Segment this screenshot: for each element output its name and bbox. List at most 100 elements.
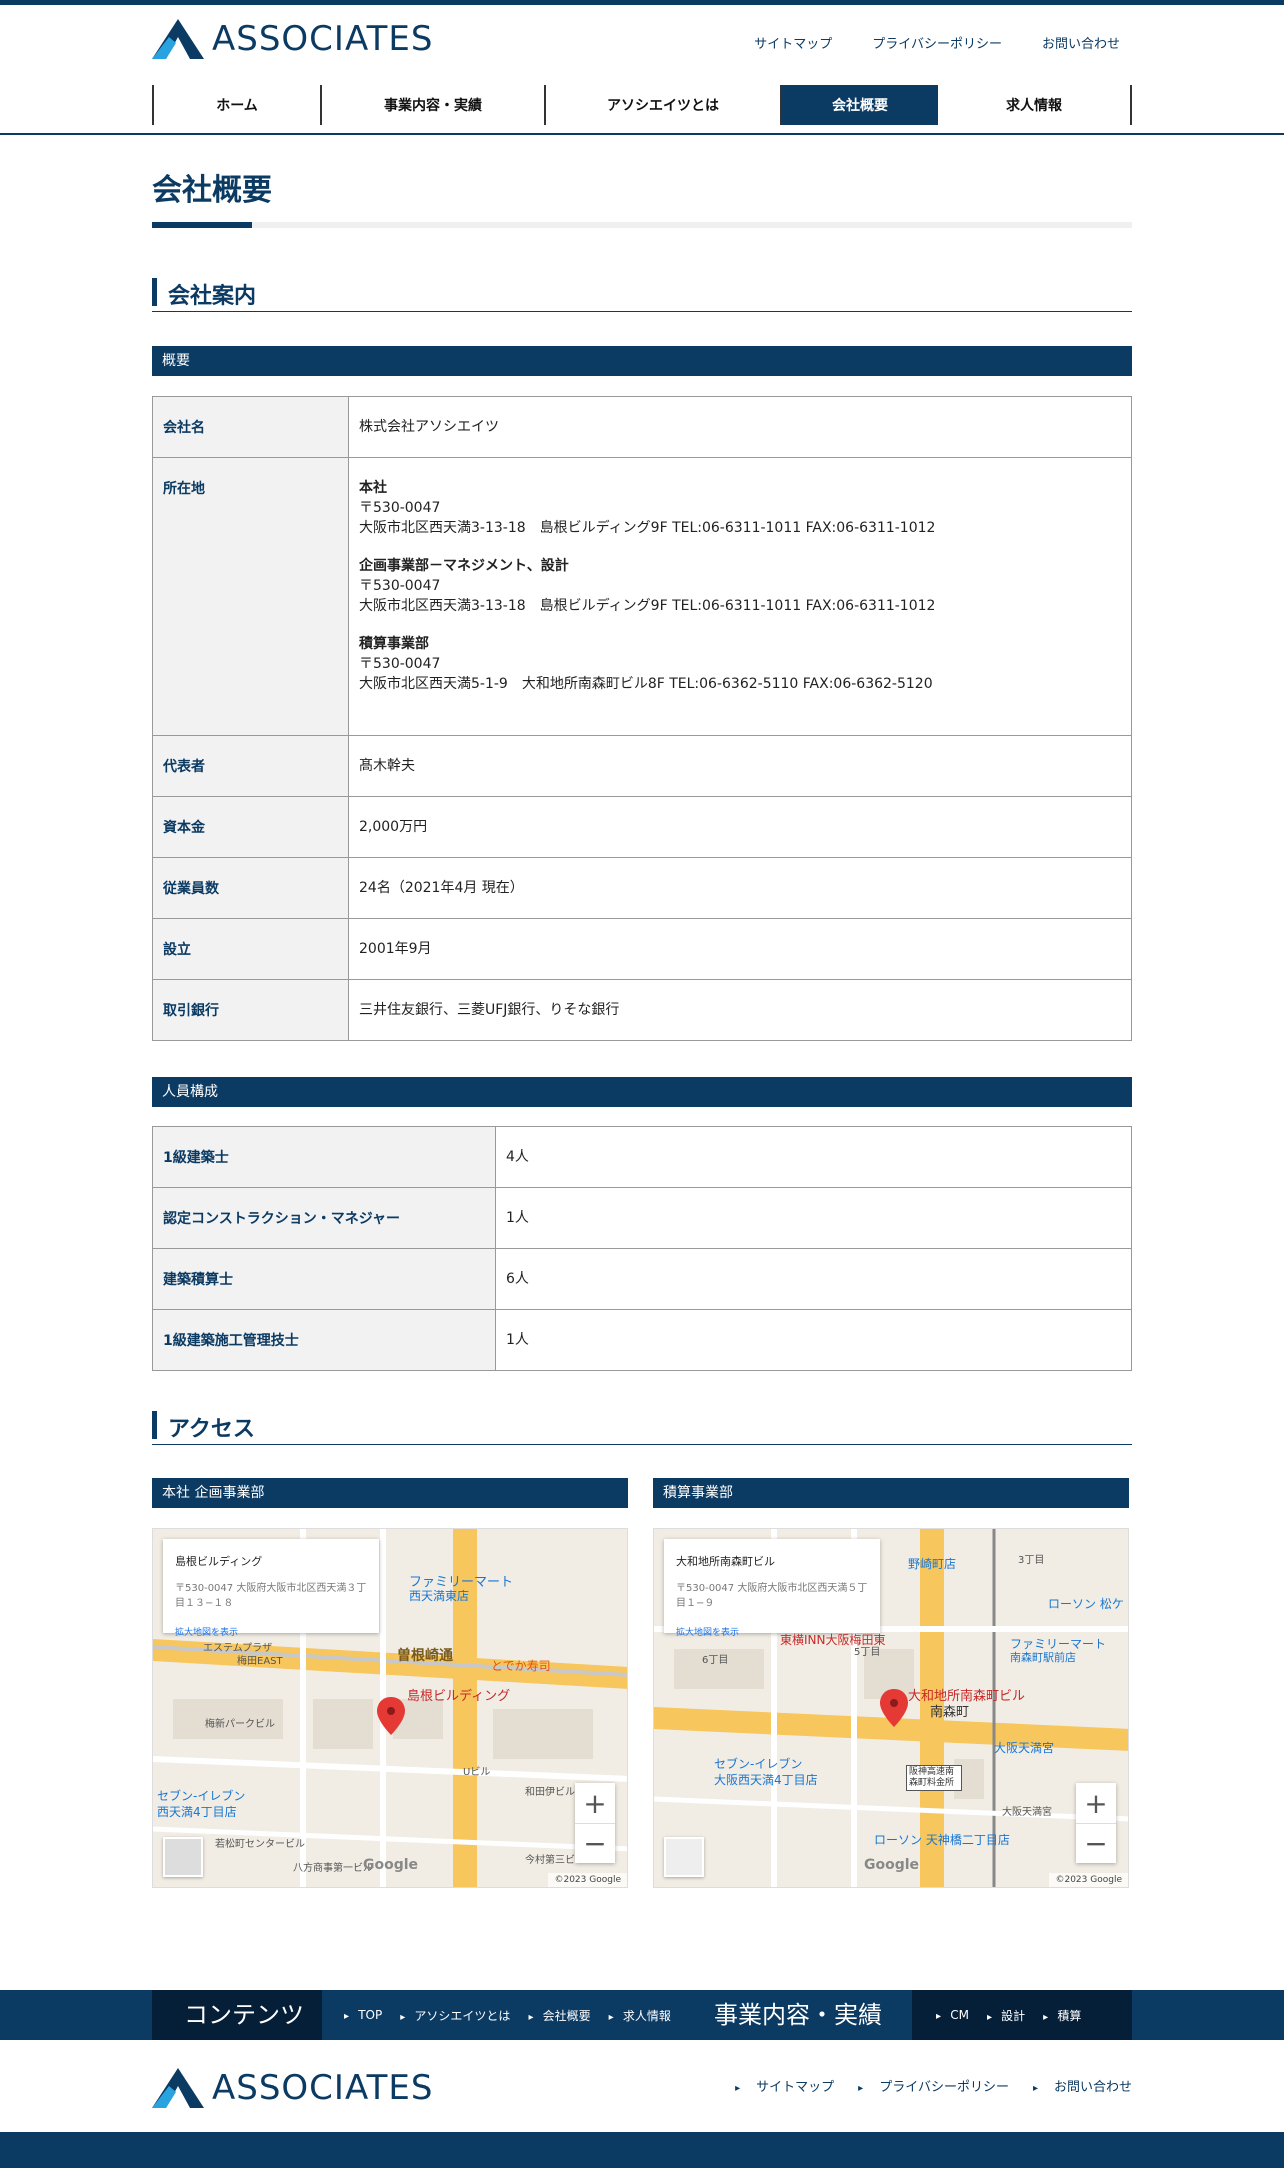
footer-link-privacy[interactable]: プライバシーポリシー	[858, 2076, 1009, 2095]
row-label: 取引銀行	[152, 979, 349, 1041]
row-label: 1級建築施工管理技士	[152, 1309, 496, 1371]
google-logo: Google	[864, 1857, 920, 1873]
zoom-out-button[interactable]: −	[575, 1823, 615, 1863]
footer-link-recruit[interactable]: 求人情報	[609, 2007, 671, 2024]
section-heading-access: アクセス	[152, 1405, 1132, 1445]
map-poi: ローソン 松ケ	[1048, 1597, 1124, 1611]
map-card-title: 島根ビルディング	[175, 1555, 263, 1568]
footer-link-cm[interactable]: CM	[936, 2008, 969, 2022]
table-row: 取引銀行 三井住友銀行、三菱UFJ銀行、りそな銀行	[152, 979, 1132, 1041]
util-link-privacy[interactable]: プライバシーポリシー	[872, 33, 1002, 52]
map-poi: Uビル	[463, 1767, 491, 1778]
office-address: 大阪市北区西天満3-13-18 島根ビルディング9F TEL:06-6311-1…	[359, 520, 936, 536]
office-address: 大阪市北区西天満3-13-18 島根ビルディング9F TEL:06-6311-1…	[359, 598, 936, 614]
logo-mark-icon	[152, 2068, 204, 2108]
table-row: 設立 2001年9月	[152, 918, 1132, 980]
row-value: 24名（2021年4月 現在）	[348, 857, 1132, 919]
nav-item-business[interactable]: 事業内容・実績	[320, 85, 544, 125]
row-label: 1級建築士	[152, 1126, 496, 1188]
row-label: 建築積算士	[152, 1248, 496, 1310]
map-poi: 大阪天満宮	[1002, 1807, 1052, 1818]
table-row: 所在地 本社 〒530-0047 大阪市北区西天満3-13-18 島根ビルディン…	[152, 457, 1132, 736]
table-row: 資本金 2,000万円	[152, 796, 1132, 858]
table-row: 会社名 株式会社アソシエイツ	[152, 396, 1132, 458]
footer-logo[interactable]: ASSOCIATES	[152, 2068, 433, 2108]
nav-item-company[interactable]: 会社概要	[780, 85, 938, 125]
map-street-label: 曽根崎通	[397, 1648, 453, 1664]
map-poi: セブン-イレブン	[714, 1757, 803, 1771]
nav-item-recruit[interactable]: 求人情報	[938, 85, 1132, 125]
nav-item-home[interactable]: ホーム	[152, 85, 320, 125]
footer-link-contact[interactable]: お問い合わせ	[1033, 2076, 1132, 2095]
footer-link-company[interactable]: 会社概要	[528, 2007, 591, 2024]
title-underline	[152, 222, 1132, 228]
map-copyright: ©2023 Google	[1049, 1873, 1128, 1887]
company-info-table: 会社名 株式会社アソシエイツ 所在地 本社 〒530-0047 大阪市北区西天満…	[152, 396, 1132, 1041]
office-name: 企画事業部－マネジメント、設計	[359, 558, 569, 574]
footer-utility-links: サイトマップ プライバシーポリシー お問い合わせ	[735, 2076, 1132, 2095]
map-band-head-office: 本社 企画事業部	[152, 1478, 628, 1508]
zoom-out-button[interactable]: −	[1076, 1823, 1116, 1863]
google-logo: Google	[363, 1857, 419, 1873]
map-estimation-office[interactable]: 大和地所南森町ビル 〒530-0047 大阪府大阪市北区西天満５丁目１−９ 拡大…	[653, 1528, 1129, 1888]
table-row: 建築積算士 6人	[152, 1248, 1132, 1310]
map-poi: 5丁目	[854, 1647, 881, 1658]
footer-contents-links: TOP アソシエイツとは 会社概要 求人情報	[344, 1990, 671, 2040]
map-satellite-toggle[interactable]	[163, 1837, 203, 1877]
office-address: 大阪市北区西天満5-1-9 大和地所南森町ビル8F TEL:06-6362-51…	[359, 676, 933, 692]
footer-business-heading: 事業内容・実績	[714, 2001, 882, 2029]
row-value: 2,000万円	[348, 796, 1132, 858]
map-poi: 南森町駅前店	[1010, 1651, 1076, 1664]
map-info-card: 大和地所南森町ビル 〒530-0047 大阪府大阪市北区西天満５丁目１−９ 拡大…	[664, 1539, 880, 1638]
row-value: 1人	[495, 1187, 1132, 1249]
office-block: 積算事業部 〒530-0047 大阪市北区西天満5-1-9 大和地所南森町ビル8…	[359, 634, 1121, 694]
office-zip: 〒530-0047	[359, 578, 441, 594]
office-name: 積算事業部	[359, 636, 429, 652]
map-poi: 和田伊ビル	[525, 1787, 575, 1798]
map-poi: 八方商事第一ビル	[293, 1863, 373, 1874]
nav-item-about[interactable]: アソシエイツとは	[544, 85, 780, 125]
footer-bottom-bar	[0, 2132, 1284, 2168]
map-head-office[interactable]: 島根ビルディング 〒530-0047 大阪府大阪市北区西天満３丁目１３−１８ 拡…	[152, 1528, 628, 1888]
site-logo[interactable]: ASSOCIATES	[152, 19, 433, 59]
row-value: 株式会社アソシエイツ	[348, 396, 1132, 458]
table-row: 代表者 髙木幹夫	[152, 735, 1132, 797]
table-row: 認定コンストラクション・マネジャー 1人	[152, 1187, 1132, 1249]
logo-mark-icon	[152, 19, 204, 59]
map-card-title: 大和地所南森町ビル	[676, 1555, 775, 1568]
footer-link-about[interactable]: アソシエイツとは	[400, 2007, 510, 2024]
footer-link-top[interactable]: TOP	[344, 2008, 382, 2022]
section-heading-text: アクセス	[168, 1417, 255, 1442]
map-poi: 6丁目	[702, 1655, 729, 1666]
footer-link-estimation[interactable]: 積算	[1043, 2007, 1081, 2024]
footer-link-sitemap[interactable]: サイトマップ	[735, 2076, 834, 2095]
utility-links: サイトマップ プライバシーポリシー お問い合わせ	[754, 33, 1120, 52]
row-label: 設立	[152, 918, 349, 980]
footer-link-design[interactable]: 設計	[987, 2007, 1025, 2024]
row-value-addresses: 本社 〒530-0047 大阪市北区西天満3-13-18 島根ビルディング9F …	[348, 457, 1132, 736]
map-card-address: 〒530-0047 大阪府大阪市北区西天満３丁目１３−１８	[175, 1583, 367, 1609]
office-name: 本社	[359, 480, 387, 496]
zoom-in-button[interactable]: +	[575, 1783, 615, 1823]
map-info-card: 島根ビルディング 〒530-0047 大阪府大阪市北区西天満３丁目１３−１８ 拡…	[163, 1539, 379, 1638]
footer-business-links: CM 設計 積算	[936, 1990, 1081, 2040]
footer-contents-heading: コンテンツ	[184, 2001, 304, 2029]
map-poi: 大阪天満宮	[994, 1741, 1055, 1755]
map-poi: 若松町センタービル	[215, 1839, 305, 1850]
map-card-link[interactable]: 拡大地図を表示	[175, 1625, 367, 1638]
map-zoom-controls: + −	[1076, 1783, 1116, 1863]
map-street-label: 南森町	[930, 1705, 970, 1720]
util-link-contact[interactable]: お問い合わせ	[1042, 33, 1120, 52]
row-value: 2001年9月	[348, 918, 1132, 980]
row-value: 4人	[495, 1126, 1132, 1188]
util-link-sitemap[interactable]: サイトマップ	[754, 33, 832, 52]
section-heading-company: 会社案内	[152, 272, 1132, 312]
zoom-in-button[interactable]: +	[1076, 1783, 1116, 1823]
staff-band: 人員構成	[152, 1077, 1132, 1107]
row-label: 認定コンストラクション・マネジャー	[152, 1187, 496, 1249]
map-poi: 梅田EAST	[237, 1656, 283, 1667]
row-value: 髙木幹夫	[348, 735, 1132, 797]
map-poi: とでか寿司	[491, 1659, 551, 1673]
logo-text: ASSOCIATES	[212, 19, 434, 59]
map-satellite-toggle[interactable]	[664, 1837, 704, 1877]
